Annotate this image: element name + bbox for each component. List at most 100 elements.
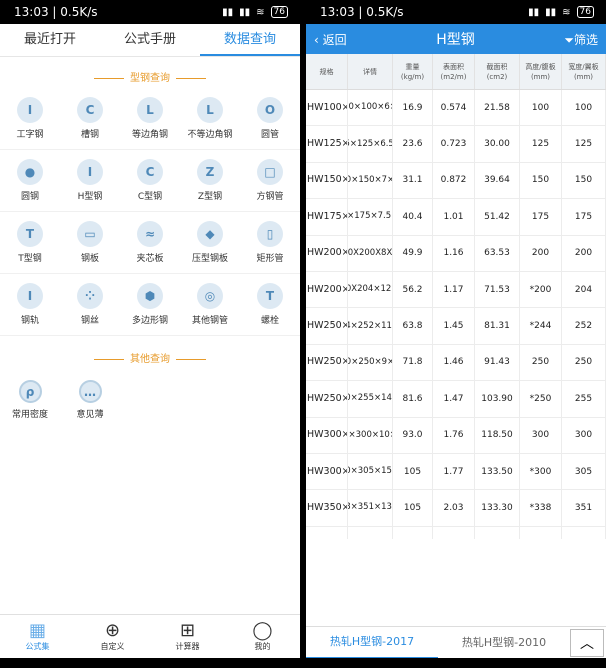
battery-icon: 76 — [576, 6, 594, 18]
table-cell: 305 — [562, 453, 606, 490]
table-row[interactable]: HW350×350*344×348×10×161132.04144.00*344… — [306, 526, 606, 539]
table-row[interactable]: HW150×150150×150×7×1031.10.87239.6415015… — [306, 162, 606, 200]
steel-type-item[interactable]: □ 方钢管 — [240, 150, 300, 212]
steel-type-item[interactable]: ⬢ 多边形钢 — [120, 274, 180, 336]
table-row[interactable]: HW200×200200X200X8X1249.91.1663.53200200 — [306, 235, 606, 272]
table-cell: 204 — [562, 271, 606, 308]
column-header: 规格 — [306, 54, 348, 89]
steel-type-icon: C — [137, 159, 163, 185]
table-row[interactable]: HW250×250*244×252×11×1163.81.4581.31*244… — [306, 308, 606, 345]
column-header: 宽度/翼板 (mm) — [562, 54, 606, 89]
table-cell: 23.6 — [393, 126, 433, 162]
table-cell: 71.53 — [475, 271, 520, 308]
table-cell: 56.2 — [393, 271, 433, 308]
status-time: 13:03 | 0.5K/s — [14, 5, 98, 19]
filter-button[interactable]: ⏷筛选 — [564, 31, 598, 48]
table-cell: HW300×300 — [306, 417, 348, 453]
table-cell: 200 — [562, 235, 606, 271]
steel-type-label: T型钢 — [18, 254, 42, 264]
tab-recent[interactable]: 最近打开 — [0, 24, 100, 56]
steel-type-item[interactable]: L 等边角钢 — [120, 88, 180, 150]
table-row[interactable]: HW250×250*250×255×14×1481.61.47103.90*25… — [306, 381, 606, 418]
steel-type-label: 螺栓 — [260, 316, 279, 326]
steel-type-label: 槽钢 — [80, 130, 99, 140]
table-row[interactable]: HW250×250250×250×9×1471.81.4691.43250250 — [306, 344, 606, 382]
steel-type-item[interactable]: I 钢轨 — [0, 274, 60, 336]
steel-type-icon: ▭ — [77, 221, 103, 247]
steel-type-label: C型钢 — [137, 192, 163, 202]
table-cell: 200X200X8X12 — [348, 235, 393, 271]
steel-type-item[interactable]: I 工字钢 — [0, 88, 60, 150]
steel-type-label: 钢丝 — [80, 316, 99, 326]
steel-type-item[interactable]: T 螺栓 — [240, 274, 300, 336]
steel-type-icon: I — [17, 97, 43, 123]
tab-h-steel-2010[interactable]: 热轧H型钢-2010 — [438, 628, 570, 658]
chevron-left-icon: ‹ — [314, 32, 323, 47]
table-cell: 21.58 — [475, 90, 520, 126]
steel-type-label: 工字钢 — [16, 130, 44, 140]
table-cell: 71.8 — [393, 344, 433, 381]
table-cell: HW200×200 — [306, 271, 348, 308]
table-cell: 81.31 — [475, 308, 520, 344]
nav-formula-set[interactable]: ▦ 公式集 — [0, 615, 75, 658]
table-cell: 105 — [393, 490, 433, 526]
table-cell: 0.723 — [433, 126, 475, 162]
steel-type-item[interactable]: ● 圆钢 — [0, 150, 60, 212]
steel-type-item[interactable]: ≈ 夹芯板 — [120, 212, 180, 274]
table-cell: *250×255×14×14 — [348, 381, 393, 417]
tab-data-query[interactable]: 数据查询 — [200, 24, 300, 56]
steel-type-icon: ⁘ — [77, 283, 103, 309]
steel-type-item[interactable]: I H型钢 — [60, 150, 120, 212]
steel-type-item[interactable]: O 圆管 — [240, 88, 300, 150]
table-row[interactable]: HW125×125125×125×6.5×923.60.72330.001251… — [306, 126, 606, 163]
scroll-top-button[interactable]: ︿ — [570, 628, 604, 657]
column-header: 高度/腹板 (mm) — [520, 54, 562, 89]
table-row[interactable]: HW350×350*338×351×13×131052.03133.30*338… — [306, 490, 606, 527]
steel-type-item[interactable]: ρ 常用密度 — [0, 369, 60, 431]
table-cell: 0.872 — [433, 162, 475, 199]
table-cell: 103.90 — [475, 381, 520, 417]
nav-custom[interactable]: ⊕ 自定义 — [75, 615, 150, 658]
tab-formula-manual[interactable]: 公式手册 — [100, 24, 200, 56]
table-cell: 1.01 — [433, 199, 475, 235]
table-cell: 125 — [562, 126, 606, 162]
steel-type-item[interactable]: ◎ 其他钢管 — [180, 274, 240, 336]
steel-type-item[interactable]: C C型钢 — [120, 150, 180, 212]
steel-type-item[interactable]: … 意见薄 — [60, 369, 120, 431]
table-row[interactable]: HW100×100100×100×6×816.90.57421.58100100 — [306, 90, 606, 127]
tab-h-steel-2017[interactable]: 热轧H型钢-2017 — [306, 627, 438, 659]
home-bar — [306, 658, 606, 668]
steel-type-icon: ▯ — [257, 221, 283, 247]
steel-type-item[interactable]: ▯ 矩形管 — [240, 212, 300, 274]
table-cell: 200 — [520, 235, 562, 271]
steel-type-item[interactable]: Z Z型钢 — [180, 150, 240, 212]
table-cell: 1.45 — [433, 308, 475, 344]
steel-type-label: 意见薄 — [76, 410, 104, 420]
nav-calculator[interactable]: ⊞ 计算器 — [150, 615, 225, 658]
steel-type-item[interactable]: C 槽钢 — [60, 88, 120, 150]
steel-type-item[interactable]: ⁘ 钢丝 — [60, 274, 120, 336]
table-cell: HW125×125 — [306, 126, 348, 162]
table-cell: 1.47 — [433, 381, 475, 417]
steel-type-icon: ρ — [18, 380, 42, 403]
steel-type-label: 夹芯板 — [136, 254, 164, 264]
nav-mine[interactable]: ◯ 我的 — [225, 615, 300, 658]
table-row[interactable]: HW200×200*200X204×12×1256.21.1771.53*200… — [306, 271, 606, 309]
table-cell: 2.03 — [433, 490, 475, 526]
steel-type-item[interactable]: L 不等边角钢 — [180, 88, 240, 150]
table-cell: 150 — [562, 162, 606, 199]
table-cell: 175×175×7.5×11 — [348, 199, 393, 235]
steel-type-label: 多边形钢 — [131, 316, 168, 326]
back-button[interactable]: ‹ 返回 — [314, 31, 347, 48]
table-row[interactable]: HW300×300300×300×10×1593.01.76118.503003… — [306, 417, 606, 454]
steel-type-label: 常用密度 — [11, 410, 48, 420]
steel-type-item[interactable]: ▭ 钢板 — [60, 212, 120, 274]
home-bar — [0, 658, 300, 668]
table-cell: 100 — [562, 90, 606, 126]
table-row[interactable]: HW300×300*300×305×15×151051.77133.50*300… — [306, 453, 606, 491]
steel-type-item[interactable]: T T型钢 — [0, 212, 60, 274]
table-body: HW100×100100×100×6×816.90.57421.58100100… — [306, 90, 606, 539]
table-row[interactable]: HW175×175175×175×7.5×1140.41.0151.421751… — [306, 199, 606, 236]
steel-type-label: 其他钢管 — [191, 316, 228, 326]
steel-type-item[interactable]: ◆ 压型钢板 — [180, 212, 240, 274]
